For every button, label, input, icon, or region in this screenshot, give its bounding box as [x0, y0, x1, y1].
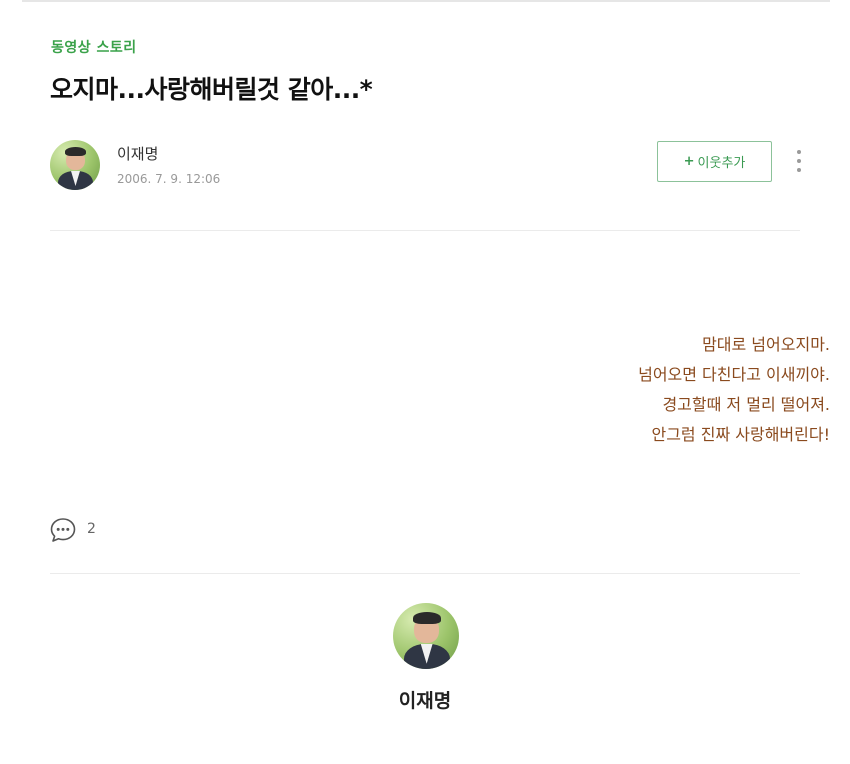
comment-count[interactable]: 2 [87, 521, 96, 537]
comment-bubble-icon[interactable] [49, 516, 77, 544]
add-neighbor-button[interactable]: + 이웃추가 [657, 141, 772, 182]
post-date: 2006. 7. 9. 12:06 [117, 172, 221, 186]
body-line: 경고할때 저 멀리 떨어져. [662, 395, 830, 414]
post-title: 오지마...사랑해버릴것 같아...* [50, 75, 373, 104]
post-category-link[interactable]: 동영상 스토리 [51, 37, 137, 57]
footer-divider [50, 573, 800, 574]
post-body: 맘대로 넘어오지마. 넘어오면 다친다고 이새끼야. 경고할때 저 멀리 떨어져… [638, 330, 830, 450]
profile-name[interactable]: 이재명 [0, 686, 850, 713]
body-line: 넘어오면 다친다고 이새끼야. [638, 365, 830, 384]
author-avatar[interactable] [50, 140, 100, 190]
add-neighbor-label: 이웃추가 [697, 156, 746, 171]
header-divider [50, 230, 800, 231]
author-name-link[interactable]: 이재명 [117, 143, 158, 164]
plus-icon: + [683, 154, 695, 169]
profile-avatar[interactable] [393, 603, 459, 669]
body-line: 맘대로 넘어오지마. [702, 335, 830, 354]
top-divider [22, 0, 830, 2]
body-line: 안그럼 진짜 사랑해버린다! [651, 425, 830, 444]
more-vertical-icon[interactable] [793, 150, 805, 176]
